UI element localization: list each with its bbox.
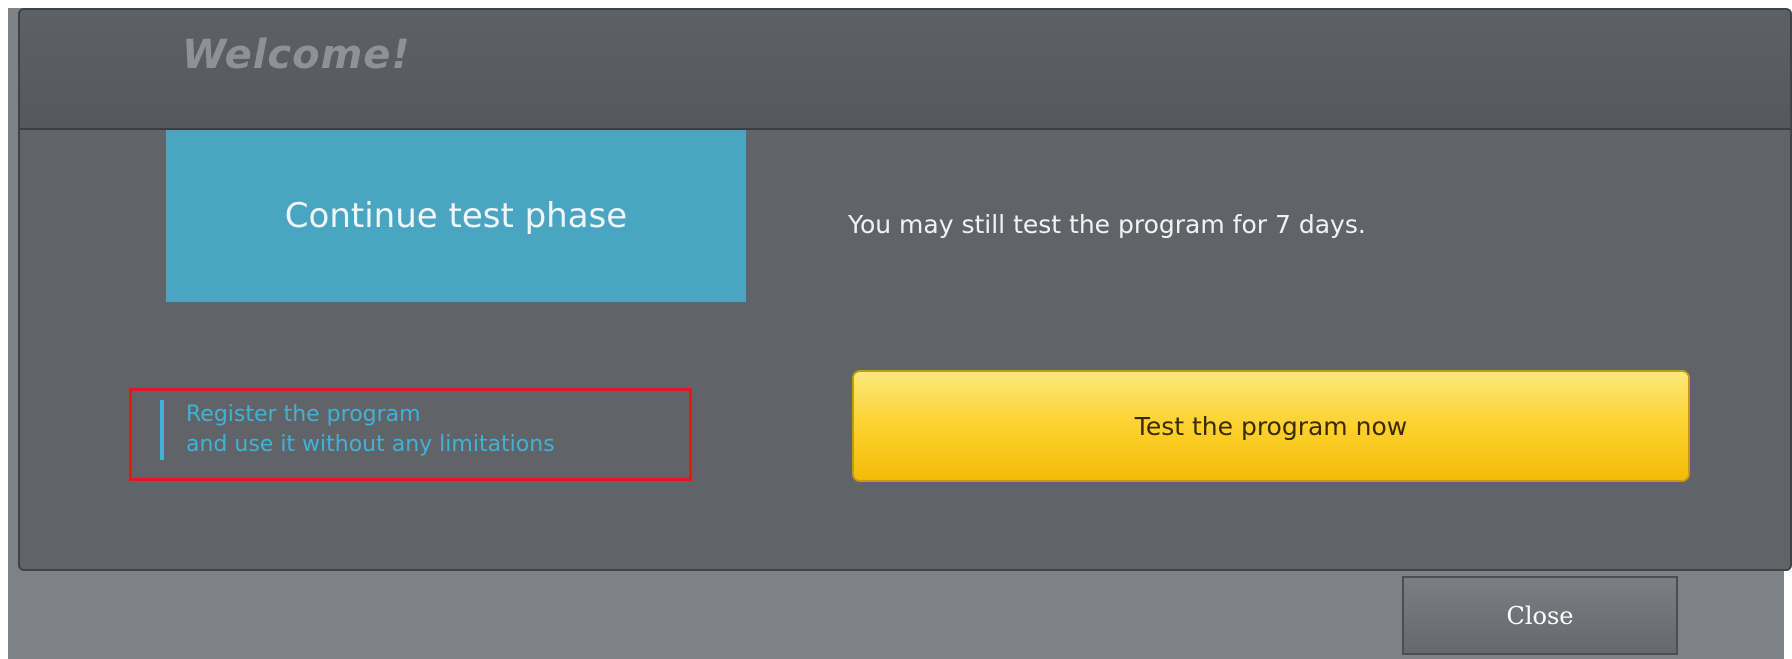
continue-test-phase-tile[interactable]: Continue test phase [166, 130, 746, 302]
close-button[interactable]: Close [1402, 576, 1678, 655]
register-program-link[interactable]: Register the program and use it without … [160, 400, 555, 460]
register-link-line-1: Register the program [186, 402, 421, 427]
dialog-title: Welcome! [182, 32, 411, 78]
welcome-dialog: Welcome! Continue test phase You may sti… [18, 8, 1792, 571]
trial-days-message: You may still test the program for 7 day… [848, 210, 1366, 239]
title-bar: Welcome! [20, 10, 1790, 130]
window-frame: Welcome! Continue test phase You may sti… [8, 8, 1792, 659]
register-link-line-2: and use it without any limitations [186, 432, 555, 457]
test-program-now-button[interactable]: Test the program now [852, 370, 1690, 482]
